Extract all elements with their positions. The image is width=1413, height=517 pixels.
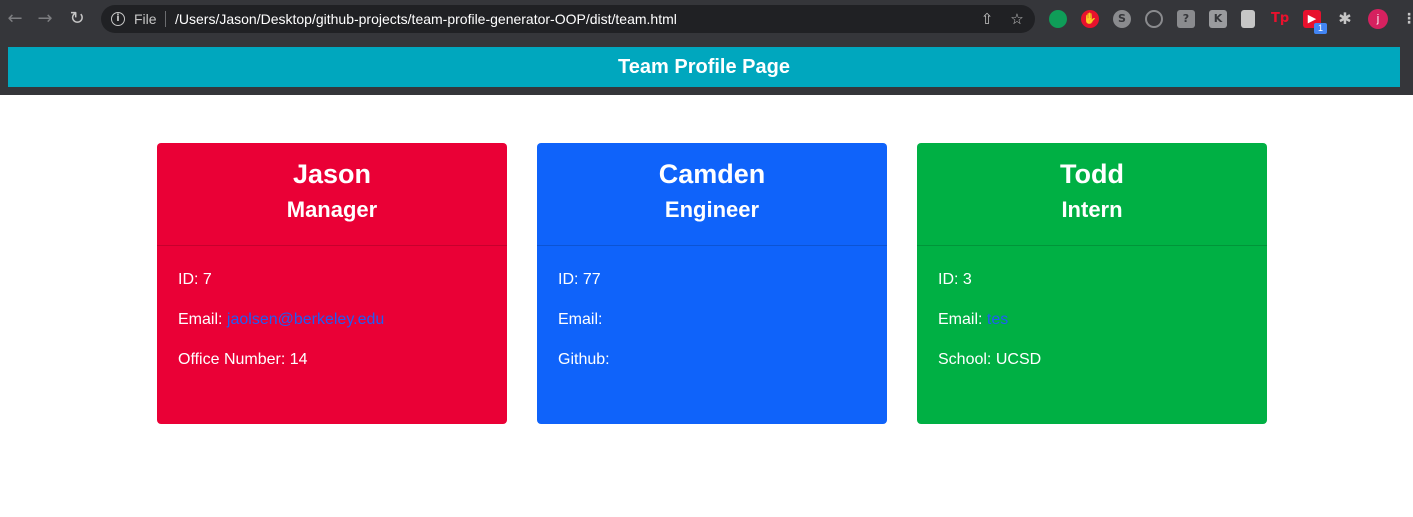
id-label: ID:	[938, 271, 959, 288]
forward-icon[interactable]: →	[34, 8, 56, 30]
email-label: Email:	[938, 311, 983, 328]
intern-card: Todd Intern ID: 3 Email: tes School: UCS…	[917, 143, 1267, 424]
card-role: Intern	[1061, 197, 1123, 222]
scheme-label: File	[134, 11, 157, 27]
menu-kebab-icon[interactable]: ⋮	[1402, 10, 1413, 28]
email-label: Email:	[178, 311, 223, 328]
email-link[interactable]: tes	[987, 311, 1008, 328]
card-header: Todd Intern	[917, 143, 1267, 246]
email-link[interactable]: jaolsen@berkeley.edu	[227, 311, 384, 328]
page-title: Team Profile Page	[618, 55, 790, 78]
reload-icon[interactable]: ↻	[66, 8, 88, 30]
k-extension-icon[interactable]: K	[1209, 10, 1227, 28]
card-role: Manager	[286, 197, 378, 222]
profile-avatar[interactable]: j	[1368, 9, 1388, 29]
office-number-value: 14	[289, 351, 308, 368]
page-banner: Team Profile Page	[8, 47, 1400, 87]
id-value: 77	[582, 271, 601, 288]
card-name: Todd	[1060, 159, 1124, 189]
tp-extension-icon[interactable]: Tp	[1271, 10, 1289, 28]
id-line: ID: 3	[938, 270, 1246, 290]
email-line: Email: tes	[938, 310, 1246, 330]
office-number-line: Office Number: 14	[178, 350, 486, 370]
card-header: Jason Manager	[157, 143, 507, 246]
id-line: ID: 77	[558, 270, 866, 290]
card-body: ID: 3 Email: tes School: UCSD	[917, 246, 1267, 414]
address-divider	[165, 11, 166, 27]
browser-toolbar: ← → ↻ i File /Users/Jason/Desktop/github…	[0, 0, 1413, 39]
bookmark-star-icon[interactable]: ☆	[1007, 9, 1027, 29]
share-icon[interactable]: ⇧	[977, 9, 997, 29]
email-line: Email:	[558, 310, 866, 330]
school-label: School:	[938, 351, 992, 368]
document-extension-icon[interactable]	[1241, 10, 1255, 28]
id-label: ID:	[178, 271, 199, 288]
skype-extension-icon[interactable]: S	[1113, 10, 1131, 28]
github-label: Github:	[558, 351, 610, 368]
id-line: ID: 7	[178, 270, 486, 290]
id-value: 7	[202, 271, 212, 288]
url-text[interactable]: /Users/Jason/Desktop/github-projects/tea…	[175, 11, 677, 27]
id-value: 3	[962, 271, 972, 288]
engineer-card: Camden Engineer ID: 77 Email: Github:	[537, 143, 887, 424]
address-bar[interactable]: i File /Users/Jason/Desktop/github-proje…	[101, 5, 1035, 33]
school-value: UCSD	[995, 351, 1042, 368]
manager-card: Jason Manager ID: 7 Email: jaolsen@berke…	[157, 143, 507, 424]
card-name: Camden	[658, 159, 766, 189]
id-label: ID:	[558, 271, 579, 288]
info-icon[interactable]: i	[111, 12, 125, 26]
email-label: Email:	[558, 311, 603, 328]
back-icon[interactable]: ←	[4, 8, 26, 30]
school-line: School: UCSD	[938, 350, 1246, 370]
card-body: ID: 77 Email: Github:	[537, 246, 887, 414]
email-line: Email: jaolsen@berkeley.edu	[178, 310, 486, 330]
extension-badge: 1	[1314, 23, 1327, 34]
card-role: Engineer	[664, 197, 760, 222]
card-name: Jason	[292, 159, 372, 189]
help-extension-icon[interactable]: ?	[1177, 10, 1195, 28]
github-line: Github:	[558, 350, 866, 370]
office-number-label: Office Number:	[178, 351, 286, 368]
card-body: ID: 7 Email: jaolsen@berkeley.edu Office…	[157, 246, 507, 414]
stop-hand-extension-icon[interactable]: ✋	[1081, 10, 1099, 28]
github-extension-icon[interactable]	[1145, 10, 1163, 28]
chat-extension-icon[interactable]	[1049, 10, 1067, 28]
puzzle-extensions-icon[interactable]: ✱	[1336, 10, 1354, 28]
card-header: Camden Engineer	[537, 143, 887, 246]
